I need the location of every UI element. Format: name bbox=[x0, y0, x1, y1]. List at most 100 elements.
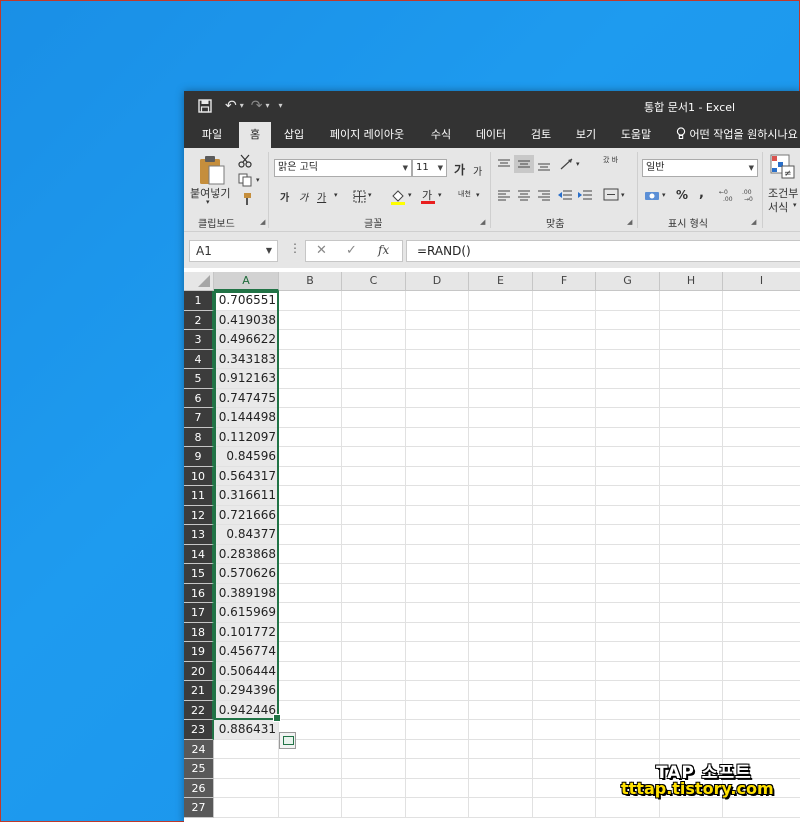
cell-i7[interactable] bbox=[723, 408, 800, 428]
column-header-h[interactable]: H bbox=[660, 272, 723, 291]
orientation-dropdown-icon[interactable]: ▾ bbox=[576, 160, 580, 168]
cell-e21[interactable] bbox=[469, 681, 533, 701]
cell-g4[interactable] bbox=[596, 349, 660, 369]
cell-h17[interactable] bbox=[660, 603, 723, 623]
cell-f13[interactable] bbox=[533, 525, 596, 545]
cell-h24[interactable] bbox=[660, 739, 723, 759]
cell-f24[interactable] bbox=[533, 739, 596, 759]
tab-formulas[interactable]: 수식 bbox=[422, 122, 460, 148]
cell-b9[interactable] bbox=[279, 447, 342, 467]
row-header[interactable]: 16 bbox=[184, 583, 214, 603]
cell-a20[interactable]: 0.506444 bbox=[214, 661, 279, 681]
copy-dropdown-icon[interactable]: ▾ bbox=[256, 176, 260, 184]
cell-i24[interactable] bbox=[723, 740, 800, 759]
cell-i27[interactable] bbox=[723, 798, 800, 818]
cell-c3[interactable] bbox=[342, 330, 406, 350]
cell-h8[interactable] bbox=[660, 427, 723, 447]
cell-i21[interactable] bbox=[723, 681, 800, 701]
cell-a16[interactable]: 0.389198 bbox=[214, 583, 279, 603]
cell-e23[interactable] bbox=[469, 720, 533, 740]
tab-file[interactable]: 파일 bbox=[192, 122, 232, 148]
cell-f3[interactable] bbox=[533, 330, 596, 350]
align-right-icon[interactable] bbox=[537, 189, 551, 201]
cell-a21[interactable]: 0.294396 bbox=[214, 681, 279, 701]
paste-icon[interactable] bbox=[198, 154, 226, 186]
cell-h27[interactable] bbox=[660, 798, 723, 818]
cell-g24[interactable] bbox=[596, 739, 660, 759]
cell-a27[interactable] bbox=[214, 798, 279, 818]
cell-a2[interactable]: 0.419038 bbox=[214, 310, 279, 330]
cell-d16[interactable] bbox=[406, 583, 469, 603]
cell-h12[interactable] bbox=[660, 505, 723, 525]
shrink-font-button[interactable]: 가 bbox=[473, 163, 482, 178]
row-header[interactable]: 9 bbox=[184, 447, 214, 467]
cell-f12[interactable] bbox=[533, 505, 596, 525]
cell-c2[interactable] bbox=[342, 310, 406, 330]
cell-e26[interactable] bbox=[469, 778, 533, 798]
cell-c23[interactable] bbox=[342, 720, 406, 740]
cell-i23[interactable] bbox=[723, 720, 800, 740]
cell-f23[interactable] bbox=[533, 720, 596, 740]
number-launcher-icon[interactable]: ◢ bbox=[751, 218, 756, 226]
row-header[interactable]: 6 bbox=[184, 388, 214, 408]
cell-g7[interactable] bbox=[596, 408, 660, 428]
decrease-decimal-icon[interactable]: .00→0 bbox=[740, 188, 756, 202]
tab-view[interactable]: 보기 bbox=[568, 122, 604, 148]
cell-i1[interactable] bbox=[723, 291, 800, 311]
cell-e9[interactable] bbox=[469, 447, 533, 467]
cell-g11[interactable] bbox=[596, 486, 660, 506]
cell-f27[interactable] bbox=[533, 798, 596, 818]
cell-b12[interactable] bbox=[279, 505, 342, 525]
insert-function-button[interactable]: fx bbox=[378, 243, 389, 257]
formula-input[interactable]: =RAND() bbox=[406, 240, 800, 262]
cell-d17[interactable] bbox=[406, 603, 469, 623]
cell-f1[interactable] bbox=[533, 291, 596, 311]
column-header-i[interactable]: I bbox=[723, 272, 800, 291]
cell-d13[interactable] bbox=[406, 525, 469, 545]
cell-e12[interactable] bbox=[469, 505, 533, 525]
cell-b7[interactable] bbox=[279, 408, 342, 428]
cell-b21[interactable] bbox=[279, 681, 342, 701]
row-header[interactable]: 23 bbox=[184, 720, 214, 740]
cell-f11[interactable] bbox=[533, 486, 596, 506]
cell-c4[interactable] bbox=[342, 349, 406, 369]
cell-g20[interactable] bbox=[596, 661, 660, 681]
cell-c12[interactable] bbox=[342, 505, 406, 525]
grow-font-button[interactable]: 가 bbox=[454, 161, 465, 178]
cell-g19[interactable] bbox=[596, 642, 660, 662]
row-header[interactable]: 7 bbox=[184, 408, 214, 428]
cell-i12[interactable] bbox=[723, 506, 800, 525]
cell-c7[interactable] bbox=[342, 408, 406, 428]
cell-i4[interactable] bbox=[723, 350, 800, 369]
cell-b2[interactable] bbox=[279, 310, 342, 330]
cell-h3[interactable] bbox=[660, 330, 723, 350]
cell-a6[interactable]: 0.747475 bbox=[214, 388, 279, 408]
cell-g3[interactable] bbox=[596, 330, 660, 350]
cell-e13[interactable] bbox=[469, 525, 533, 545]
font-size-select[interactable]: 11 ▼ bbox=[412, 159, 447, 177]
align-center-icon[interactable] bbox=[517, 189, 531, 201]
cell-c17[interactable] bbox=[342, 603, 406, 623]
cell-g18[interactable] bbox=[596, 622, 660, 642]
cell-e14[interactable] bbox=[469, 544, 533, 564]
row-header[interactable]: 1 bbox=[184, 291, 214, 311]
cell-i6[interactable] bbox=[723, 389, 800, 408]
borders-dropdown-icon[interactable]: ▾ bbox=[368, 191, 372, 199]
row-header[interactable]: 11 bbox=[184, 486, 214, 506]
cell-a1[interactable]: 0.706551 bbox=[214, 291, 279, 311]
cell-d6[interactable] bbox=[406, 388, 469, 408]
font-name-select[interactable]: 맑은 고딕 ▼ bbox=[274, 159, 412, 177]
cell-b19[interactable] bbox=[279, 642, 342, 662]
column-header-f[interactable]: F bbox=[533, 272, 596, 291]
tab-page-layout[interactable]: 페이지 레이아웃 bbox=[322, 122, 412, 148]
cell-b25[interactable] bbox=[279, 759, 342, 779]
cell-d14[interactable] bbox=[406, 544, 469, 564]
cell-f7[interactable] bbox=[533, 408, 596, 428]
cell-d26[interactable] bbox=[406, 778, 469, 798]
cell-i3[interactable] bbox=[723, 330, 800, 350]
cell-g14[interactable] bbox=[596, 544, 660, 564]
cell-f25[interactable] bbox=[533, 759, 596, 779]
cell-b15[interactable] bbox=[279, 564, 342, 584]
cell-c16[interactable] bbox=[342, 583, 406, 603]
cell-c24[interactable] bbox=[342, 739, 406, 759]
